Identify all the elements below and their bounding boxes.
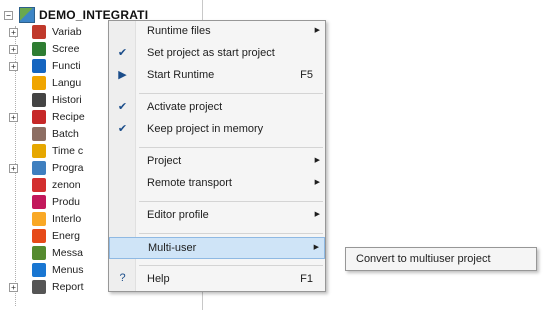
expand-icon[interactable]: +	[9, 62, 18, 71]
menu-item-start-runtime[interactable]: ▶ Start Runtime F5	[109, 65, 325, 87]
tree-item-label: Messa	[52, 247, 83, 259]
languages-icon	[32, 76, 46, 90]
submenu-arrow-icon: ▶	[314, 179, 320, 186]
menu-item-label: Activate project	[147, 101, 223, 113]
tree-item-label: Progra	[52, 162, 84, 174]
tree-item-label: Menus	[52, 264, 84, 276]
submenu-arrow-icon: ▶	[314, 27, 320, 34]
batch-icon	[32, 127, 46, 141]
historian-icon	[32, 93, 46, 107]
menu-item-label: Editor profile	[147, 209, 209, 221]
menu-item-shortcut: F1	[300, 273, 313, 285]
interlocking-icon	[32, 212, 46, 226]
tree-item-label: Produ	[52, 196, 81, 208]
expand-icon[interactable]: +	[9, 283, 18, 292]
play-icon: ▶	[118, 69, 127, 81]
menu-item-activate-project[interactable]: ✔ Activate project	[109, 97, 325, 119]
check-icon: ✔	[117, 123, 128, 135]
tree-item-label: Report	[52, 281, 84, 293]
tree-item-label: Scree	[52, 43, 80, 55]
menu-item-remote-transport[interactable]: Remote transport ▶	[109, 173, 325, 195]
tree-item-label: zenon	[52, 179, 81, 191]
expand-icon[interactable]: +	[9, 164, 18, 173]
submenu-arrow-icon: ▶	[314, 211, 320, 218]
menu-separator	[139, 201, 323, 202]
energy-icon	[32, 229, 46, 243]
menu-item-label: Keep project in memory	[147, 123, 264, 135]
submenu-arrow-icon: ▶	[313, 244, 319, 251]
menu-item-label: Project	[147, 155, 182, 167]
menu-item-label: Runtime files	[147, 25, 211, 37]
menu-item-label: Multi-user	[148, 242, 197, 254]
menu-separator	[139, 233, 323, 234]
tree-item-label: Energ	[52, 230, 81, 242]
tree-item-label: Time c	[52, 145, 84, 157]
menu-item-label: Set project as start project	[147, 47, 275, 59]
expand-icon[interactable]: +	[9, 28, 18, 37]
multi-user-submenu: Convert to multiuser project	[345, 247, 537, 271]
menu-separator	[139, 265, 323, 266]
production-icon	[32, 195, 46, 209]
menu-item-label: Remote transport	[147, 177, 232, 189]
help-icon: ?	[119, 272, 126, 284]
tree-item-label: Recipe	[52, 111, 85, 123]
submenu-arrow-icon: ▶	[314, 157, 320, 164]
collapse-icon[interactable]: −	[4, 10, 13, 20]
check-icon: ✔	[117, 101, 128, 113]
tree-item-label: Batch	[52, 128, 79, 140]
tree-item-label: Langu	[52, 77, 82, 89]
menus-icon	[32, 263, 46, 277]
menu-item-project[interactable]: Project ▶	[109, 151, 325, 173]
convert-to-multiuser-item[interactable]: Convert to multiuser project	[356, 253, 491, 265]
functions-icon	[32, 59, 46, 73]
tree-item-label: Functi	[52, 60, 81, 72]
variables-icon	[32, 25, 46, 39]
menu-item-multi-user[interactable]: Multi-user ▶	[109, 237, 325, 259]
menu-separator	[139, 93, 323, 94]
menu-item-shortcut: F5	[300, 69, 313, 81]
menu-item-keep-project-in-memory[interactable]: ✔ Keep project in memory	[109, 119, 325, 141]
menu-item-editor-profile[interactable]: Editor profile ▶	[109, 205, 325, 227]
tree-item-label: Histori	[52, 94, 82, 106]
tree-item-label: Variab	[52, 26, 82, 38]
programming-icon	[32, 161, 46, 175]
menu-item-runtime-files[interactable]: Runtime files ▶	[109, 21, 325, 43]
menu-separator	[139, 147, 323, 148]
expand-icon[interactable]: +	[9, 113, 18, 122]
menu-item-help[interactable]: ? Help F1	[109, 269, 325, 291]
context-menu: Runtime files ▶ ✔ Set project as start proj…	[108, 20, 326, 292]
message-icon	[32, 246, 46, 260]
tree-item-label: Interlo	[52, 213, 82, 225]
recipes-icon	[32, 110, 46, 124]
time-control-icon	[32, 144, 46, 158]
screens-icon	[32, 42, 46, 56]
zenon-icon	[32, 178, 46, 192]
report-icon	[32, 280, 46, 294]
menu-item-set-project-as-start-project[interactable]: ✔ Set project as start project	[109, 43, 325, 65]
check-icon: ✔	[117, 47, 128, 59]
project-icon	[19, 7, 35, 23]
expand-icon[interactable]: +	[9, 45, 18, 54]
menu-item-label: Help	[147, 273, 170, 285]
menu-item-label: Start Runtime	[147, 69, 215, 81]
